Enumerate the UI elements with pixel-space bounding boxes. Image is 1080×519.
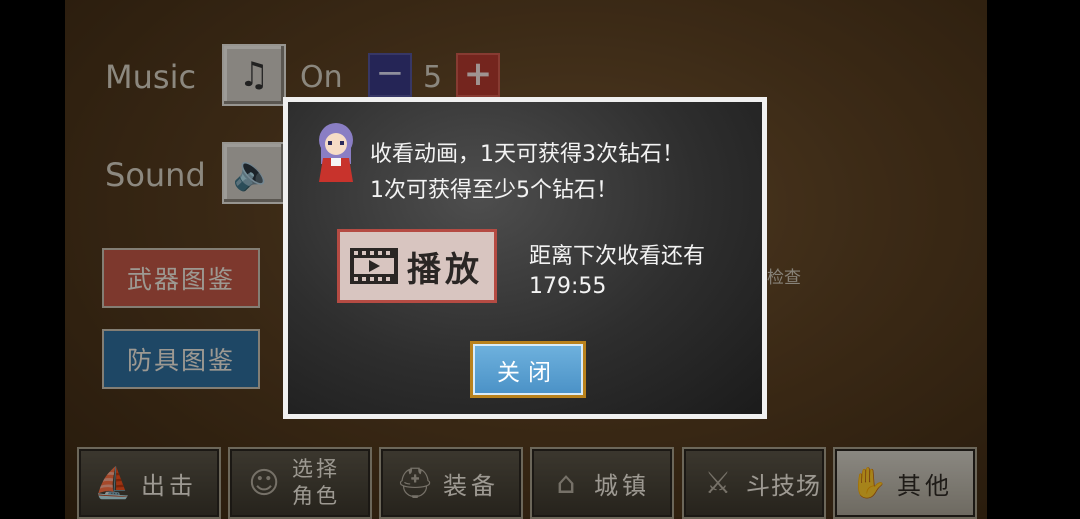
countdown-timer: 179:55: [529, 274, 607, 299]
dialog-message-line2: 1次可获得至少5个钻石！: [370, 178, 618, 203]
film-play-icon: [350, 248, 398, 284]
play-label: 播放: [407, 249, 483, 290]
dialog-message-line1: 收看动画，1天可获得3次钻石！: [370, 142, 684, 167]
close-button[interactable]: 关闭: [470, 341, 586, 398]
character-avatar-icon: [319, 123, 353, 182]
play-video-button[interactable]: 播放: [337, 229, 497, 303]
next-watch-label: 距离下次收看还有: [529, 244, 706, 269]
watch-ad-dialog: 收看动画，1天可获得3次钻石！ 1次可获得至少5个钻石！ 播放 距离下次收看还有…: [283, 97, 767, 419]
